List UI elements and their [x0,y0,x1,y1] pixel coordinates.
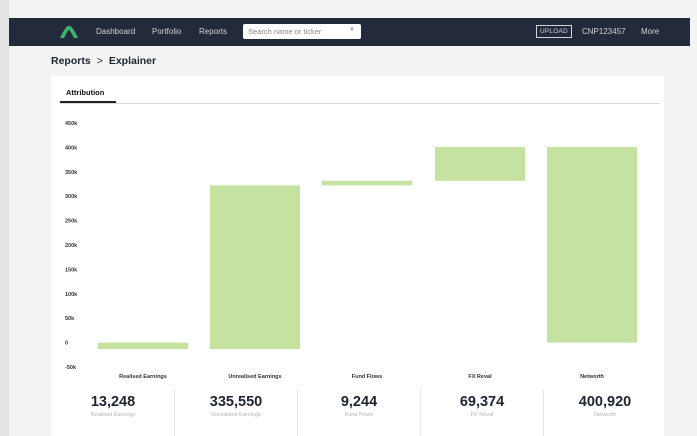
y-tick-label: 300k [65,194,78,200]
x-category-label: Unrealised Earnings [228,374,281,380]
stat-networth: 400,920 Networth [543,394,667,418]
stat-value: 9,244 [340,394,378,410]
bar-fx-reval[interactable] [435,146,525,181]
bar-fund-flows[interactable] [322,180,412,186]
x-category-label: Fund Flows [352,374,383,380]
stat-value: 13,248 [90,394,136,410]
stat-fund-flows: 9,244 Fund Flows [297,394,421,418]
stat-realised-earnings: 13,248 Realised Earnings [51,394,175,418]
y-tick-label: 350k [65,170,78,176]
y-tick-label: 150k [65,267,78,273]
y-tick-label: 100k [65,292,78,298]
stat-label: Unrealised Earnings [211,412,261,418]
bar-networth[interactable] [547,146,637,343]
y-tick-label: 450k [65,121,78,127]
bar-realised-earnings[interactable] [98,342,188,350]
y-tick-label: 250k [65,219,78,225]
bar-unrealised-earnings[interactable] [210,185,300,350]
x-category-label: FX Reval [468,374,492,380]
stat-value: 400,920 [578,394,632,410]
stat-label: Networth [593,412,616,418]
stat-label: Realised Earnings [90,412,136,418]
y-tick-label: 200k [65,243,78,249]
attribution-waterfall-chart: -50k 0 50k 100k 150k 200k 250k 300k 350k 400k 450k… [65,121,637,380]
x-category-label: Realised Earnings [119,374,167,380]
stat-unrealised-earnings: 335,550 Unrealised Earnings [174,394,298,418]
stat-fx-reval: 69,374 FX Reval [420,394,544,418]
stat-value: 335,550 [209,394,263,410]
y-tick-label: 0 [65,341,68,347]
stat-label: Fund Flows [344,412,374,418]
x-category-label: Networth [580,374,604,380]
y-tick-label: -50k [65,365,77,371]
stat-value: 69,374 [459,394,505,410]
y-tick-label: 400k [65,145,78,151]
y-tick-label: 50k [65,316,75,322]
stat-label: FX Reval [470,412,494,418]
